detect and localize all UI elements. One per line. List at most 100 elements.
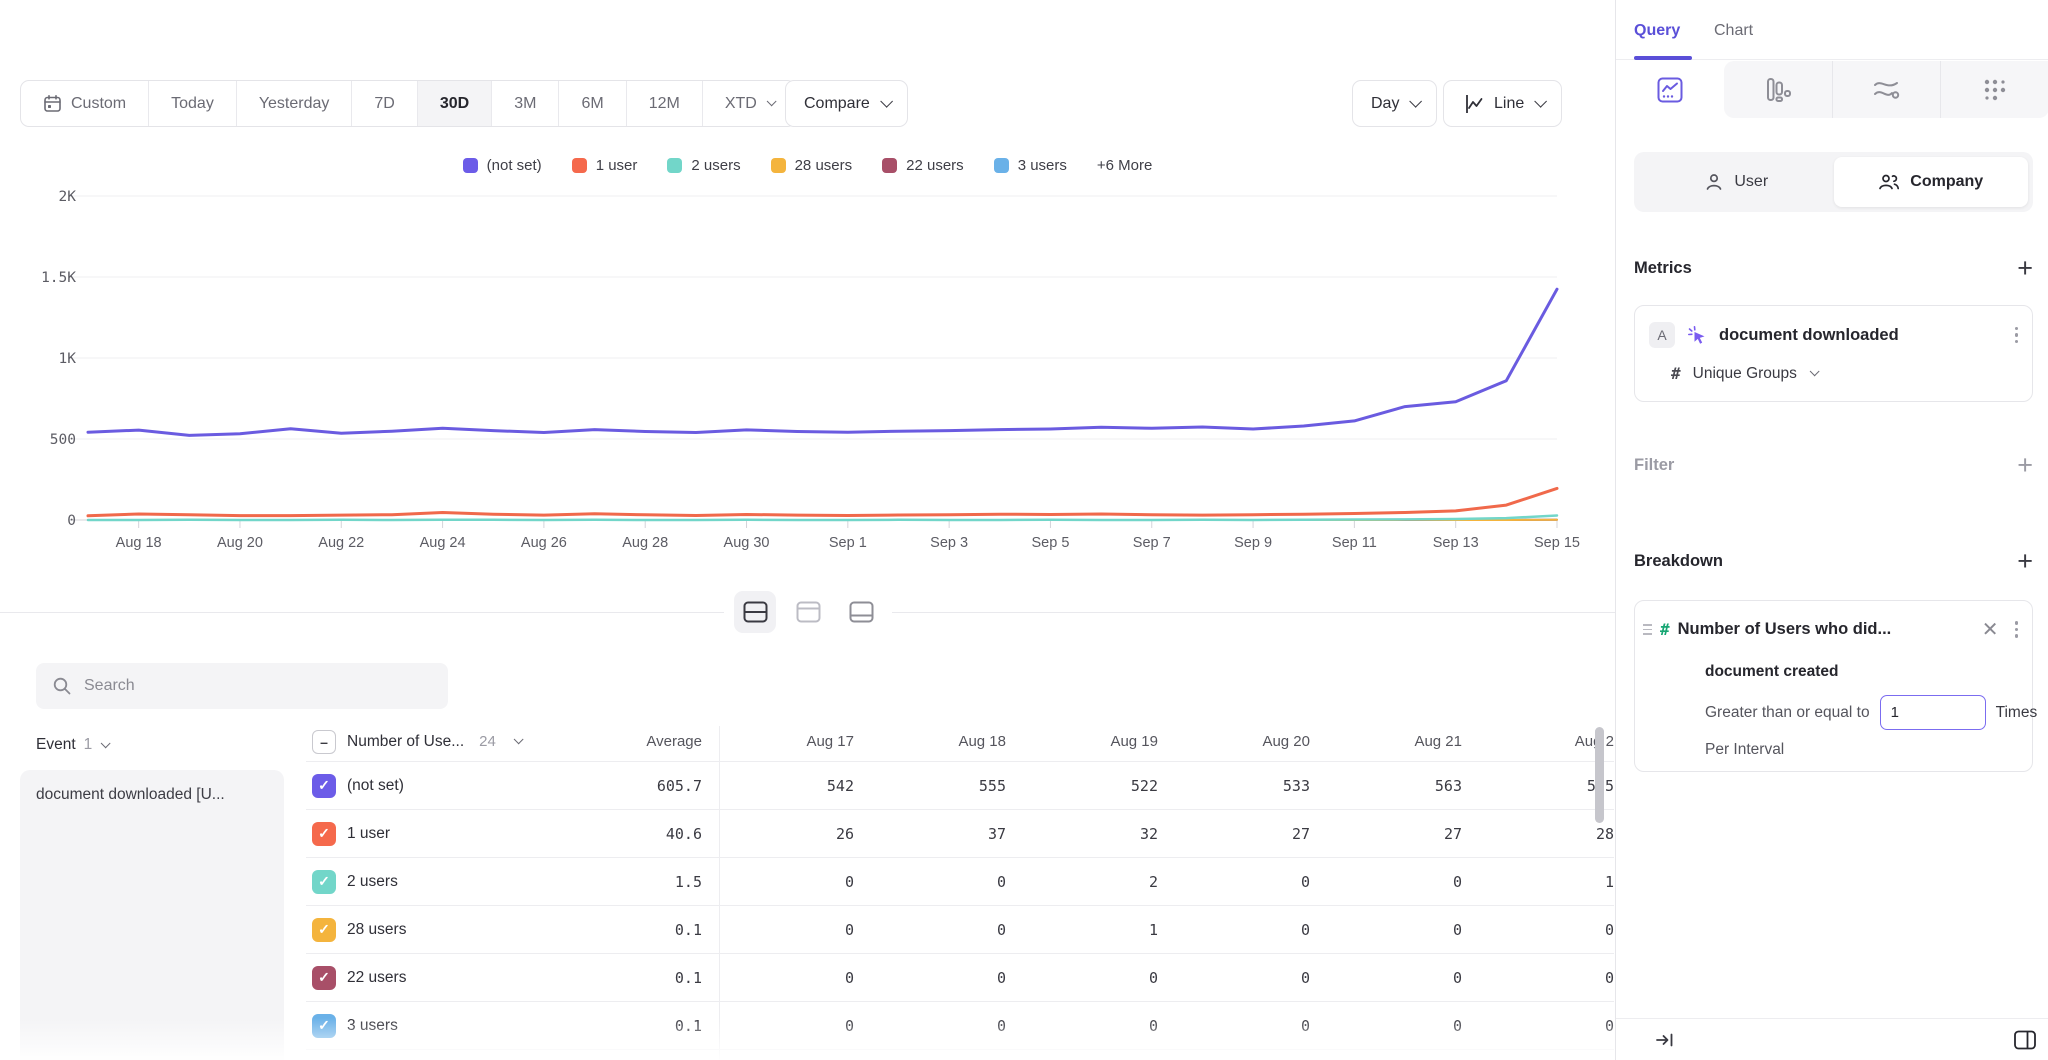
range-xtd[interactable]: XTD <box>703 81 795 126</box>
group-column-header[interactable]: –Number of Use...24 <box>306 730 540 754</box>
range-12m[interactable]: 12M <box>627 81 703 126</box>
tab-query[interactable]: Query <box>1634 22 1680 40</box>
x-axis-label: Sep 13 <box>1433 535 1479 551</box>
row-label-cell: ✓(not set) <box>306 774 540 798</box>
number-property-icon: # <box>1660 620 1670 639</box>
row-checkbox[interactable]: ✓ <box>312 870 336 894</box>
layout-chart-only-button[interactable] <box>787 591 829 633</box>
bar-chart-icon <box>1765 76 1791 104</box>
data-value: 0 <box>1006 969 1158 987</box>
data-value: 555 <box>854 777 1006 795</box>
average-value: 0.1 <box>540 1017 702 1035</box>
x-axis-label: Sep 1 <box>829 535 867 551</box>
y-axis-label: 2K <box>59 189 77 205</box>
add-metric-button[interactable]: + <box>2017 258 2033 278</box>
drag-handle-icon[interactable] <box>1643 624 1652 635</box>
range-3m[interactable]: 3M <box>492 81 559 126</box>
event-list-item[interactable]: document downloaded [U... <box>20 770 284 820</box>
data-value: 0 <box>1158 921 1310 939</box>
breakdown-heading: Breakdown <box>1634 552 1723 571</box>
data-value: 533 <box>1158 777 1310 795</box>
row-checkbox[interactable]: ✓ <box>312 918 336 942</box>
data-value: 1 <box>1006 921 1158 939</box>
chart-type-selector <box>1616 61 2048 118</box>
layout-table-only-button[interactable] <box>840 591 882 633</box>
collapse-panel-icon[interactable] <box>1654 1030 1676 1050</box>
event-column-header[interactable]: Event 1 <box>36 736 107 754</box>
range-yesterday[interactable]: Yesterday <box>237 81 353 126</box>
chart-type-bar-button[interactable] <box>1724 61 1832 118</box>
x-axis-label: Sep 7 <box>1133 535 1171 551</box>
layout-split-button[interactable] <box>734 591 776 633</box>
scope-user-option[interactable]: User <box>1639 157 1834 207</box>
row-checkbox[interactable]: ✓ <box>312 966 336 990</box>
line-chart[interactable]: 05001K1.5K2KAug 18Aug 20Aug 22Aug 24Aug … <box>0 140 1615 570</box>
metrics-section-header: Metrics + <box>1634 258 2033 278</box>
breakdown-table: –Number of Use...24AverageAug 17Aug 18Au… <box>306 722 1614 1050</box>
search-input[interactable] <box>84 677 432 695</box>
compare-button[interactable]: Compare <box>785 80 908 127</box>
range-30d[interactable]: 30D <box>418 81 492 126</box>
data-value: 0 <box>854 1017 1006 1035</box>
metric-card[interactable]: A document downloaded # Unique Groups <box>1634 305 2033 402</box>
table-vertical-scrollbar[interactable] <box>1595 727 1604 823</box>
data-value: 1 <box>1462 873 1614 891</box>
chevron-down-icon <box>766 96 776 106</box>
row-checkbox[interactable]: ✓ <box>312 822 336 846</box>
data-value: 0 <box>1310 969 1462 987</box>
data-value: 0 <box>854 873 1006 891</box>
date-range-group: CustomTodayYesterday7D30D3M6M12MXTD <box>20 80 796 127</box>
compare-label: Compare <box>804 95 870 113</box>
breakdown-card[interactable]: # Number of Users who did... ✕ document … <box>1634 600 2033 772</box>
range-6m[interactable]: 6M <box>559 81 626 126</box>
metric-measure-dropdown[interactable]: # Unique Groups <box>1671 364 1816 383</box>
user-icon <box>1704 172 1724 192</box>
scope-company-option[interactable]: Company <box>1834 157 2029 207</box>
data-value: 0 <box>1462 921 1614 939</box>
x-axis-label: Aug 30 <box>724 535 770 551</box>
table-row: ✓(not set)605.7542555522533563535 <box>306 762 1614 810</box>
search-box <box>36 663 448 709</box>
kebab-menu-icon[interactable] <box>2011 323 2023 348</box>
event-count: 1 <box>84 736 93 754</box>
data-value: 522 <box>1006 777 1158 795</box>
row-checkbox[interactable]: ✓ <box>312 1014 336 1038</box>
x-axis-label: Aug 20 <box>217 535 263 551</box>
y-axis-label: 500 <box>50 432 76 448</box>
range-today[interactable]: Today <box>149 81 237 126</box>
add-breakdown-button[interactable]: + <box>2017 551 2033 571</box>
group-column-count: 24 <box>479 733 496 750</box>
row-checkbox[interactable]: ✓ <box>312 774 336 798</box>
kebab-menu-icon[interactable] <box>2011 617 2023 642</box>
data-value: 0 <box>1310 921 1462 939</box>
toggle-sidebar-icon[interactable] <box>2013 1029 2037 1051</box>
chevron-down-icon <box>1535 95 1548 108</box>
data-value: 0 <box>1158 873 1310 891</box>
chart-type-line-button[interactable] <box>1616 61 1724 118</box>
data-value: 27 <box>1158 825 1310 843</box>
chart-type-flow-button[interactable] <box>1832 61 1941 118</box>
range-7d[interactable]: 7D <box>352 81 417 126</box>
search-icon <box>52 676 72 696</box>
row-label-cell: ✓28 users <box>306 918 540 942</box>
event-click-icon <box>1686 324 1708 346</box>
x-axis-label: Sep 9 <box>1234 535 1272 551</box>
date-column-header: Aug 18 <box>854 733 1006 750</box>
close-icon[interactable]: ✕ <box>1978 617 2003 642</box>
range-custom[interactable]: Custom <box>21 81 149 126</box>
tab-chart[interactable]: Chart <box>1714 22 1753 40</box>
data-value: 27 <box>1310 825 1462 843</box>
data-value: 37 <box>854 825 1006 843</box>
chart-type-dropdown[interactable]: Line <box>1443 80 1562 127</box>
interval-dropdown[interactable]: Day <box>1352 80 1437 127</box>
calendar-icon <box>43 94 62 113</box>
data-value: 0 <box>1158 969 1310 987</box>
times-value-input[interactable] <box>1880 695 1986 730</box>
filter-heading: Filter <box>1634 456 1674 475</box>
average-value: 0.1 <box>540 921 702 939</box>
per-interval-label: Per Interval <box>1705 741 1784 759</box>
chart-type-grid-button[interactable] <box>1940 61 2048 118</box>
add-filter-button[interactable]: + <box>2017 455 2033 475</box>
select-all-checkbox[interactable]: – <box>312 730 336 754</box>
data-value: 0 <box>702 1017 854 1035</box>
